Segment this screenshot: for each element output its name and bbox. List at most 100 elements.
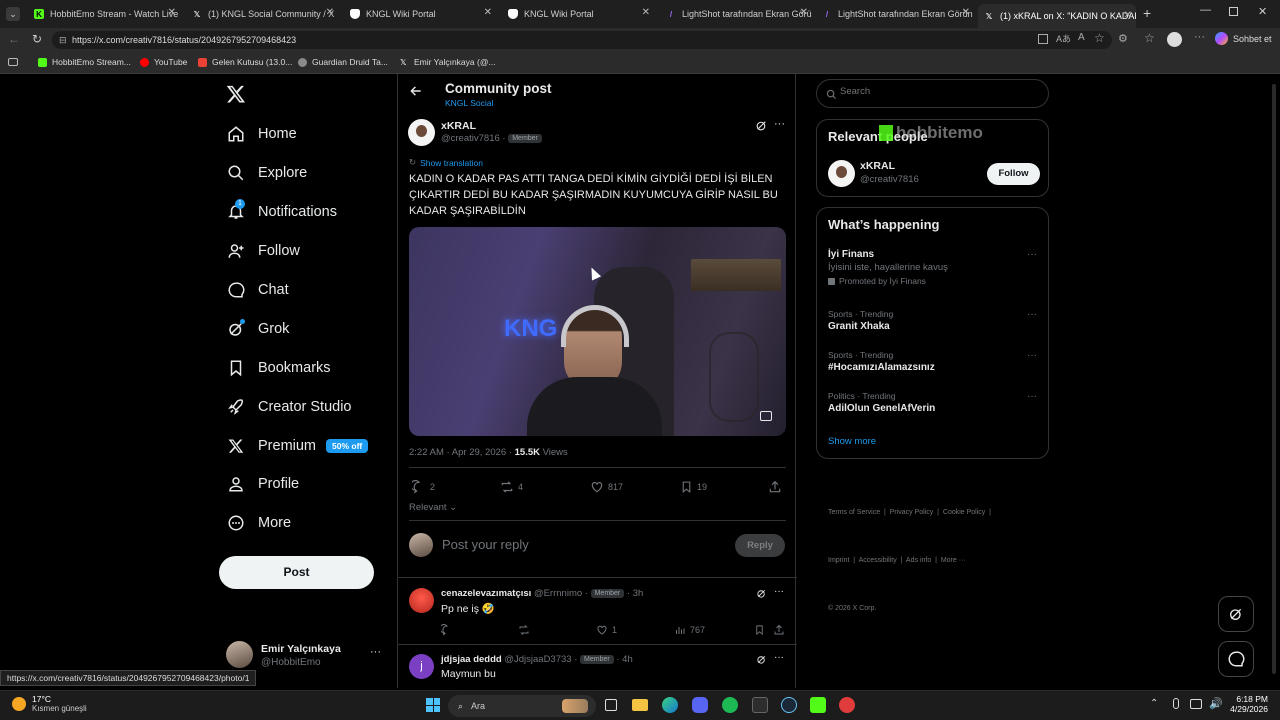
bookmark-2[interactable]: Gelen Kutusu (13.0... <box>198 57 292 67</box>
nav-follow[interactable]: Follow <box>226 241 300 261</box>
comment-repost-action[interactable] <box>518 624 534 636</box>
bookmark-1[interactable]: YouTube <box>140 57 187 67</box>
follow-button[interactable]: Follow <box>987 163 1040 185</box>
comment-reply-action[interactable] <box>441 624 457 636</box>
comment-author-name[interactable]: jdjsjaa deddd <box>441 654 502 665</box>
tab-1[interactable]: 𝕏 (1) KNGL Social Community / X ✕ <box>186 4 338 24</box>
alt-text-icon[interactable] <box>760 411 772 421</box>
edge-icon[interactable] <box>662 697 678 713</box>
comment-author-handle[interactable]: @JdjsjaaD3733 <box>504 654 571 665</box>
back-icon[interactable]: ← <box>8 32 20 46</box>
footer-line-1[interactable]: Terms of Service | Privacy Policy | Cook… <box>828 505 991 521</box>
reply-action[interactable]: 2 <box>412 480 435 494</box>
profile-avatar-icon[interactable] <box>1167 32 1182 47</box>
person-avatar[interactable] <box>828 160 855 187</box>
tab-2[interactable]: KNGL Wiki Portal ✕ <box>344 4 496 24</box>
page-scrollbar[interactable] <box>1270 76 1278 686</box>
nav-chat[interactable]: Chat <box>226 280 289 300</box>
tab-5[interactable]: / LightShot tarafından Ekran Görün ✕ <box>816 4 974 24</box>
search-input[interactable] <box>840 86 1040 97</box>
grok-explain-icon[interactable] <box>756 654 767 665</box>
nav-explore[interactable]: Explore <box>226 163 307 183</box>
split-screen-icon[interactable] <box>1038 34 1048 44</box>
tab-3[interactable]: KNGL Wiki Portal ✕ <box>502 4 654 24</box>
comment-like-action[interactable]: 1 <box>596 624 617 636</box>
comment-author-handle[interactable]: @Errnnimo <box>534 588 582 599</box>
start-button[interactable] <box>426 698 440 712</box>
close-icon[interactable]: ✕ <box>642 7 650 18</box>
tab-0[interactable]: K HobbitEmo Stream - Watch Live o ✕ <box>28 4 180 24</box>
post-button[interactable]: Post <box>219 556 374 589</box>
comment-avatar[interactable] <box>409 588 434 613</box>
post-author-name[interactable]: xKRAL <box>441 120 476 132</box>
promoted-trend[interactable]: İyi Finans İyisini iste, hayallerine kav… <box>828 249 1038 286</box>
repost-action[interactable]: 4 <box>500 480 523 494</box>
trend-more-icon[interactable]: ··· <box>1027 309 1037 320</box>
back-arrow-icon[interactable] <box>409 84 423 98</box>
terminal-icon[interactable] <box>752 697 768 713</box>
bookmark-3[interactable]: Guardian Druid Ta... <box>298 57 388 67</box>
extensions-icon[interactable]: ⚙ <box>1118 32 1128 45</box>
share-action[interactable] <box>768 480 786 494</box>
comment-age[interactable]: 4h <box>622 654 633 665</box>
comment-more-icon[interactable]: ··· <box>774 586 784 597</box>
comment-bookmark-action[interactable] <box>754 624 769 636</box>
volume-icon[interactable]: 🔊 <box>1209 697 1223 710</box>
chat-floating-button[interactable] <box>1218 641 1254 677</box>
maximize-icon[interactable] <box>1229 7 1238 16</box>
more-icon[interactable]: ··· <box>370 646 381 658</box>
comment-share-action[interactable] <box>773 624 789 636</box>
tab-actions-icon[interactable]: ⌄ <box>6 7 20 21</box>
task-view-icon[interactable] <box>605 699 617 711</box>
person-handle[interactable]: @creativ7816 <box>860 174 919 185</box>
steam-icon[interactable] <box>781 697 797 713</box>
person-name[interactable]: xKRAL <box>860 160 895 172</box>
x-logo-icon[interactable] <box>226 84 246 104</box>
bookmark-action[interactable]: 19 <box>680 480 707 494</box>
community-link[interactable]: KNGL Social <box>445 98 493 108</box>
microphone-icon[interactable] <box>1173 698 1179 709</box>
comment-views[interactable]: 767 <box>674 624 705 636</box>
discord-icon[interactable] <box>692 697 708 713</box>
translate-icon[interactable]: Aあ <box>1056 32 1071 45</box>
taskbar-search[interactable]: ⌕ Ara <box>448 695 596 717</box>
close-icon[interactable]: ✕ <box>168 7 176 18</box>
show-more-link[interactable]: Show more <box>828 436 876 447</box>
nav-bookmarks[interactable]: Bookmarks <box>226 358 331 378</box>
post-media-image[interactable]: KNG <box>409 227 786 436</box>
file-explorer-icon[interactable] <box>632 699 648 711</box>
close-icon[interactable]: ✕ <box>484 7 492 18</box>
comment-more-icon[interactable]: ··· <box>774 652 784 663</box>
trend-item[interactable]: Politics · Trending AdilOlun GenelAfVeri… <box>828 391 935 414</box>
trend-item[interactable]: Sports · Trending #HocamızıAlamazsınız <box>828 350 935 373</box>
refresh-icon[interactable]: ↻ <box>32 32 42 46</box>
trend-more-icon[interactable]: ··· <box>1027 350 1037 361</box>
footer-line-2[interactable]: Imprint | Accessibility | Ads info | Mor… <box>828 553 991 569</box>
reply-input[interactable]: Post your reply <box>442 537 529 552</box>
sidebar-toggle-icon[interactable] <box>8 58 18 66</box>
app-icon[interactable] <box>839 697 855 713</box>
network-icon[interactable] <box>1190 699 1202 709</box>
show-translation-link[interactable]: ↻ Show translation <box>409 157 483 168</box>
search-box[interactable] <box>816 79 1049 108</box>
new-tab-icon[interactable]: + <box>1143 5 1151 21</box>
tab-4[interactable]: / LightShot tarafından Ekran Görün ✕ <box>660 4 812 24</box>
trend-more-icon[interactable]: ··· <box>1027 249 1037 260</box>
bookmark-0[interactable]: HobbitEmo Stream... <box>38 57 131 67</box>
close-icon[interactable]: ✕ <box>1124 10 1132 21</box>
close-window-icon[interactable]: ✕ <box>1258 5 1267 18</box>
nav-notifications[interactable]: 1 Notifications <box>226 199 337 222</box>
copilot-button[interactable]: Sohbet et <box>1215 32 1272 45</box>
like-action[interactable]: 817 <box>590 480 623 494</box>
kick-app-icon[interactable] <box>810 697 826 713</box>
browser-menu-icon[interactable]: ··· <box>1194 31 1205 43</box>
read-aloud-icon[interactable]: A <box>1078 32 1085 43</box>
nav-creator-studio[interactable]: Creator Studio <box>226 397 352 417</box>
post-more-icon[interactable]: ··· <box>774 118 785 130</box>
comment-avatar[interactable]: j <box>409 654 434 679</box>
post-author-handle[interactable]: @creativ7816 <box>441 133 500 144</box>
trend-more-icon[interactable]: ··· <box>1027 391 1037 402</box>
weather-widget[interactable]: 17°C Kısmen güneşli <box>12 694 87 713</box>
favorites-bar-icon[interactable]: ☆ <box>1144 31 1155 45</box>
account-switcher[interactable]: Emir Yalçınkaya @HobbitEmo ··· <box>226 641 386 671</box>
